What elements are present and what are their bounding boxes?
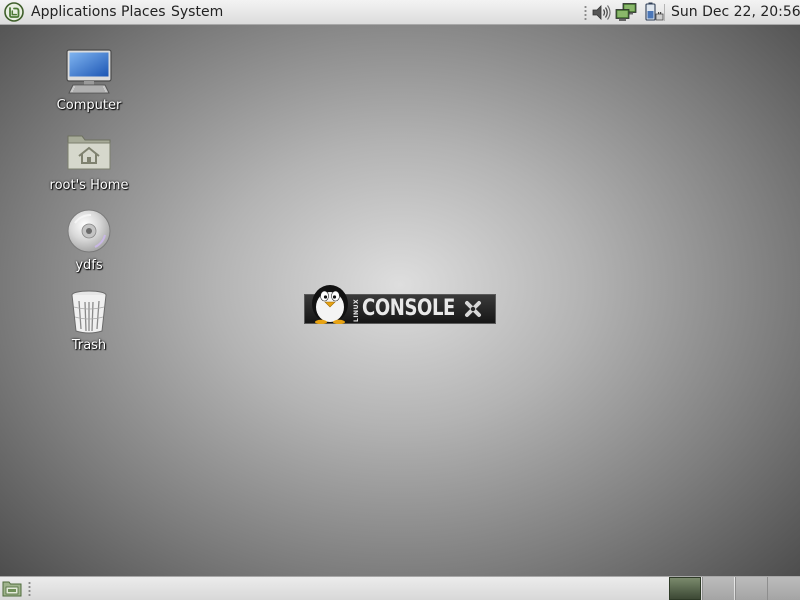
panel-drag-handle[interactable] <box>28 581 31 596</box>
disc-icon <box>67 209 111 253</box>
menu-applications[interactable]: Applications <box>31 3 117 21</box>
tray-separator <box>664 4 665 21</box>
tray-drag-handle[interactable] <box>584 5 587 20</box>
mint-menu-icon[interactable] <box>4 2 24 22</box>
volume-icon[interactable] <box>590 2 612 23</box>
desktop-icon-home[interactable]: root's Home <box>38 127 140 197</box>
penguin-icon <box>312 285 348 324</box>
desktop-icon-label: Computer <box>56 98 122 113</box>
trash-icon <box>71 290 107 334</box>
logo-linux-text: LINUX <box>353 298 360 322</box>
network-icon[interactable] <box>615 2 637 23</box>
logo-console-text: CONSOLE <box>362 296 455 321</box>
desktop-icon-disc[interactable]: ydfs <box>38 207 140 277</box>
bottom-panel <box>0 576 800 600</box>
computer-icon <box>66 49 112 94</box>
power-icon[interactable] <box>642 2 664 23</box>
desktop-icon-label: Trash <box>71 338 107 353</box>
home-folder-icon <box>67 135 111 170</box>
desktop-icon-label: root's Home <box>49 178 129 193</box>
menu-system[interactable]: System <box>171 3 223 21</box>
desktop-icon-computer[interactable]: Computer <box>38 47 140 117</box>
top-panel: Applications Places System Sun Dec 22, 2… <box>0 0 800 25</box>
workspace-1[interactable] <box>669 577 701 600</box>
desktop-icon-trash[interactable]: Trash <box>38 287 140 357</box>
workspace-3[interactable] <box>735 577 767 600</box>
workspace-2[interactable] <box>702 577 734 600</box>
desktop-icon-label: ydfs <box>75 258 103 273</box>
desktop-screen: Applications Places System Sun Dec 22, 2… <box>0 0 800 600</box>
menu-places[interactable]: Places <box>121 3 166 21</box>
cross-icon <box>465 301 481 317</box>
linux-console-logo: LINUX CONSOLE <box>304 280 496 324</box>
workspace-4[interactable] <box>767 577 800 600</box>
clock[interactable]: Sun Dec 22, 20:56 <box>671 3 800 21</box>
show-desktop-icon[interactable] <box>2 579 22 598</box>
